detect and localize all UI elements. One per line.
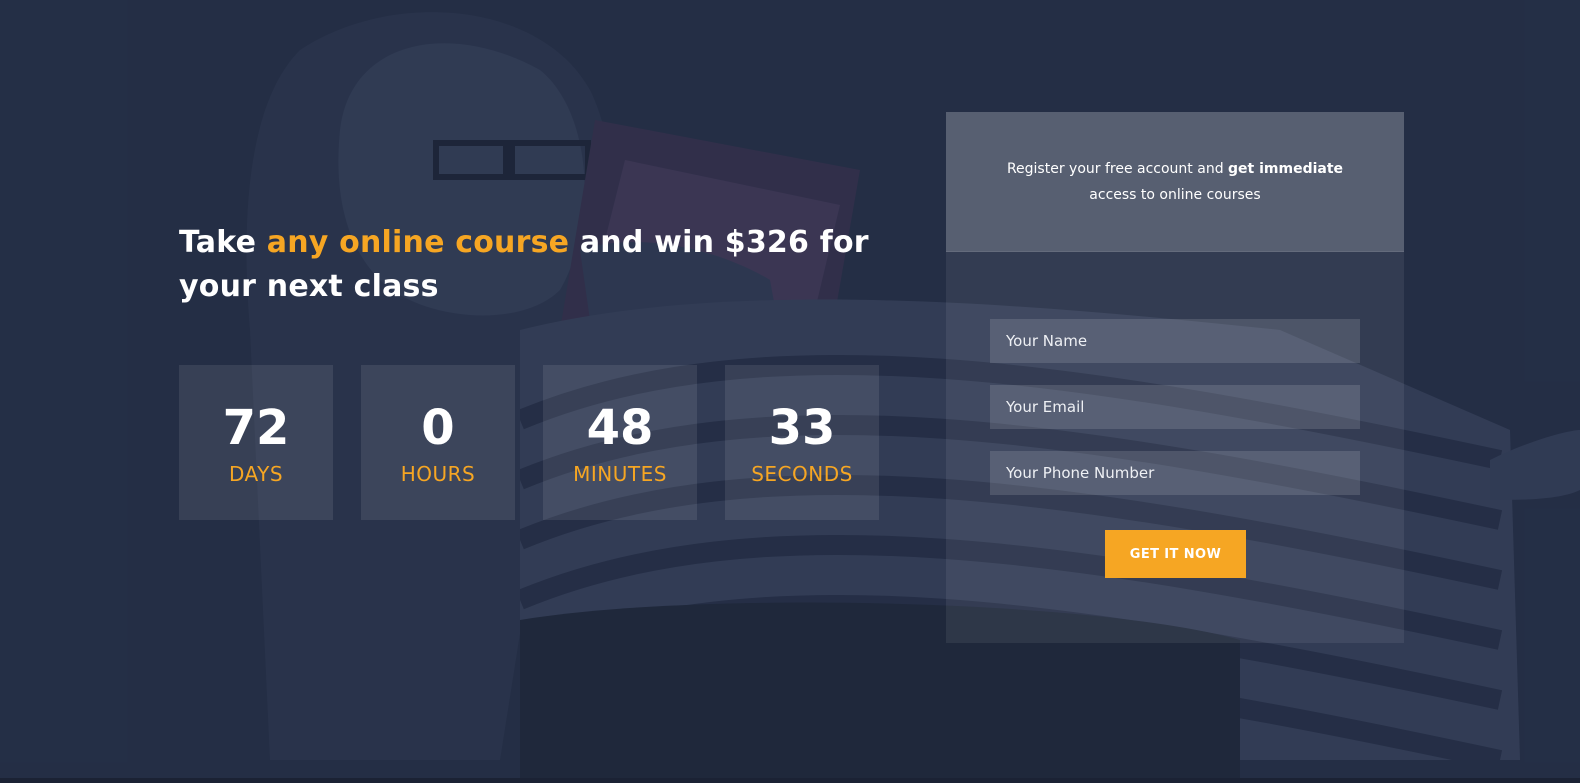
countdown-hours-value: 0	[421, 399, 455, 456]
countdown-seconds-label: SECONDS	[751, 461, 853, 486]
bottom-bar	[0, 778, 1580, 783]
countdown-hours: 0 HOURS	[361, 365, 515, 520]
countdown-minutes-label: MINUTES	[573, 461, 667, 486]
countdown-minutes: 48 MINUTES	[543, 365, 697, 520]
countdown-days: 72 DAYS	[179, 365, 333, 520]
signup-intro-rest: access to online courses	[1089, 186, 1261, 203]
email-input[interactable]	[990, 385, 1360, 429]
hero-section: Take any online course and win $326 for …	[0, 0, 1580, 783]
signup-form: Register your free account and get immed…	[946, 112, 1404, 643]
phone-input[interactable]	[990, 451, 1360, 495]
name-input[interactable]	[990, 319, 1360, 363]
headline-text: Take	[179, 225, 267, 260]
countdown-timer: 72 DAYS 0 HOURS 48 MINUTES 33 SECONDS	[179, 365, 879, 520]
headline-accent: any online course	[266, 225, 570, 260]
countdown-days-value: 72	[222, 399, 290, 456]
headline: Take any online course and win $326 for …	[179, 221, 879, 309]
countdown-minutes-value: 48	[586, 399, 654, 456]
countdown-hours-label: HOURS	[400, 461, 476, 486]
countdown-seconds-value: 33	[768, 399, 836, 456]
signup-intro-regular: Register your free account and	[1006, 160, 1229, 177]
signup-intro-text: Register your free account and get immed…	[990, 156, 1360, 208]
countdown-seconds: 33 SECONDS	[725, 365, 879, 520]
signup-form-header: Register your free account and get immed…	[946, 112, 1404, 252]
get-it-now-button[interactable]: GET IT NOW	[1105, 530, 1246, 578]
countdown-days-label: DAYS	[228, 461, 284, 486]
signup-intro-bold: get immediate	[1228, 160, 1344, 177]
